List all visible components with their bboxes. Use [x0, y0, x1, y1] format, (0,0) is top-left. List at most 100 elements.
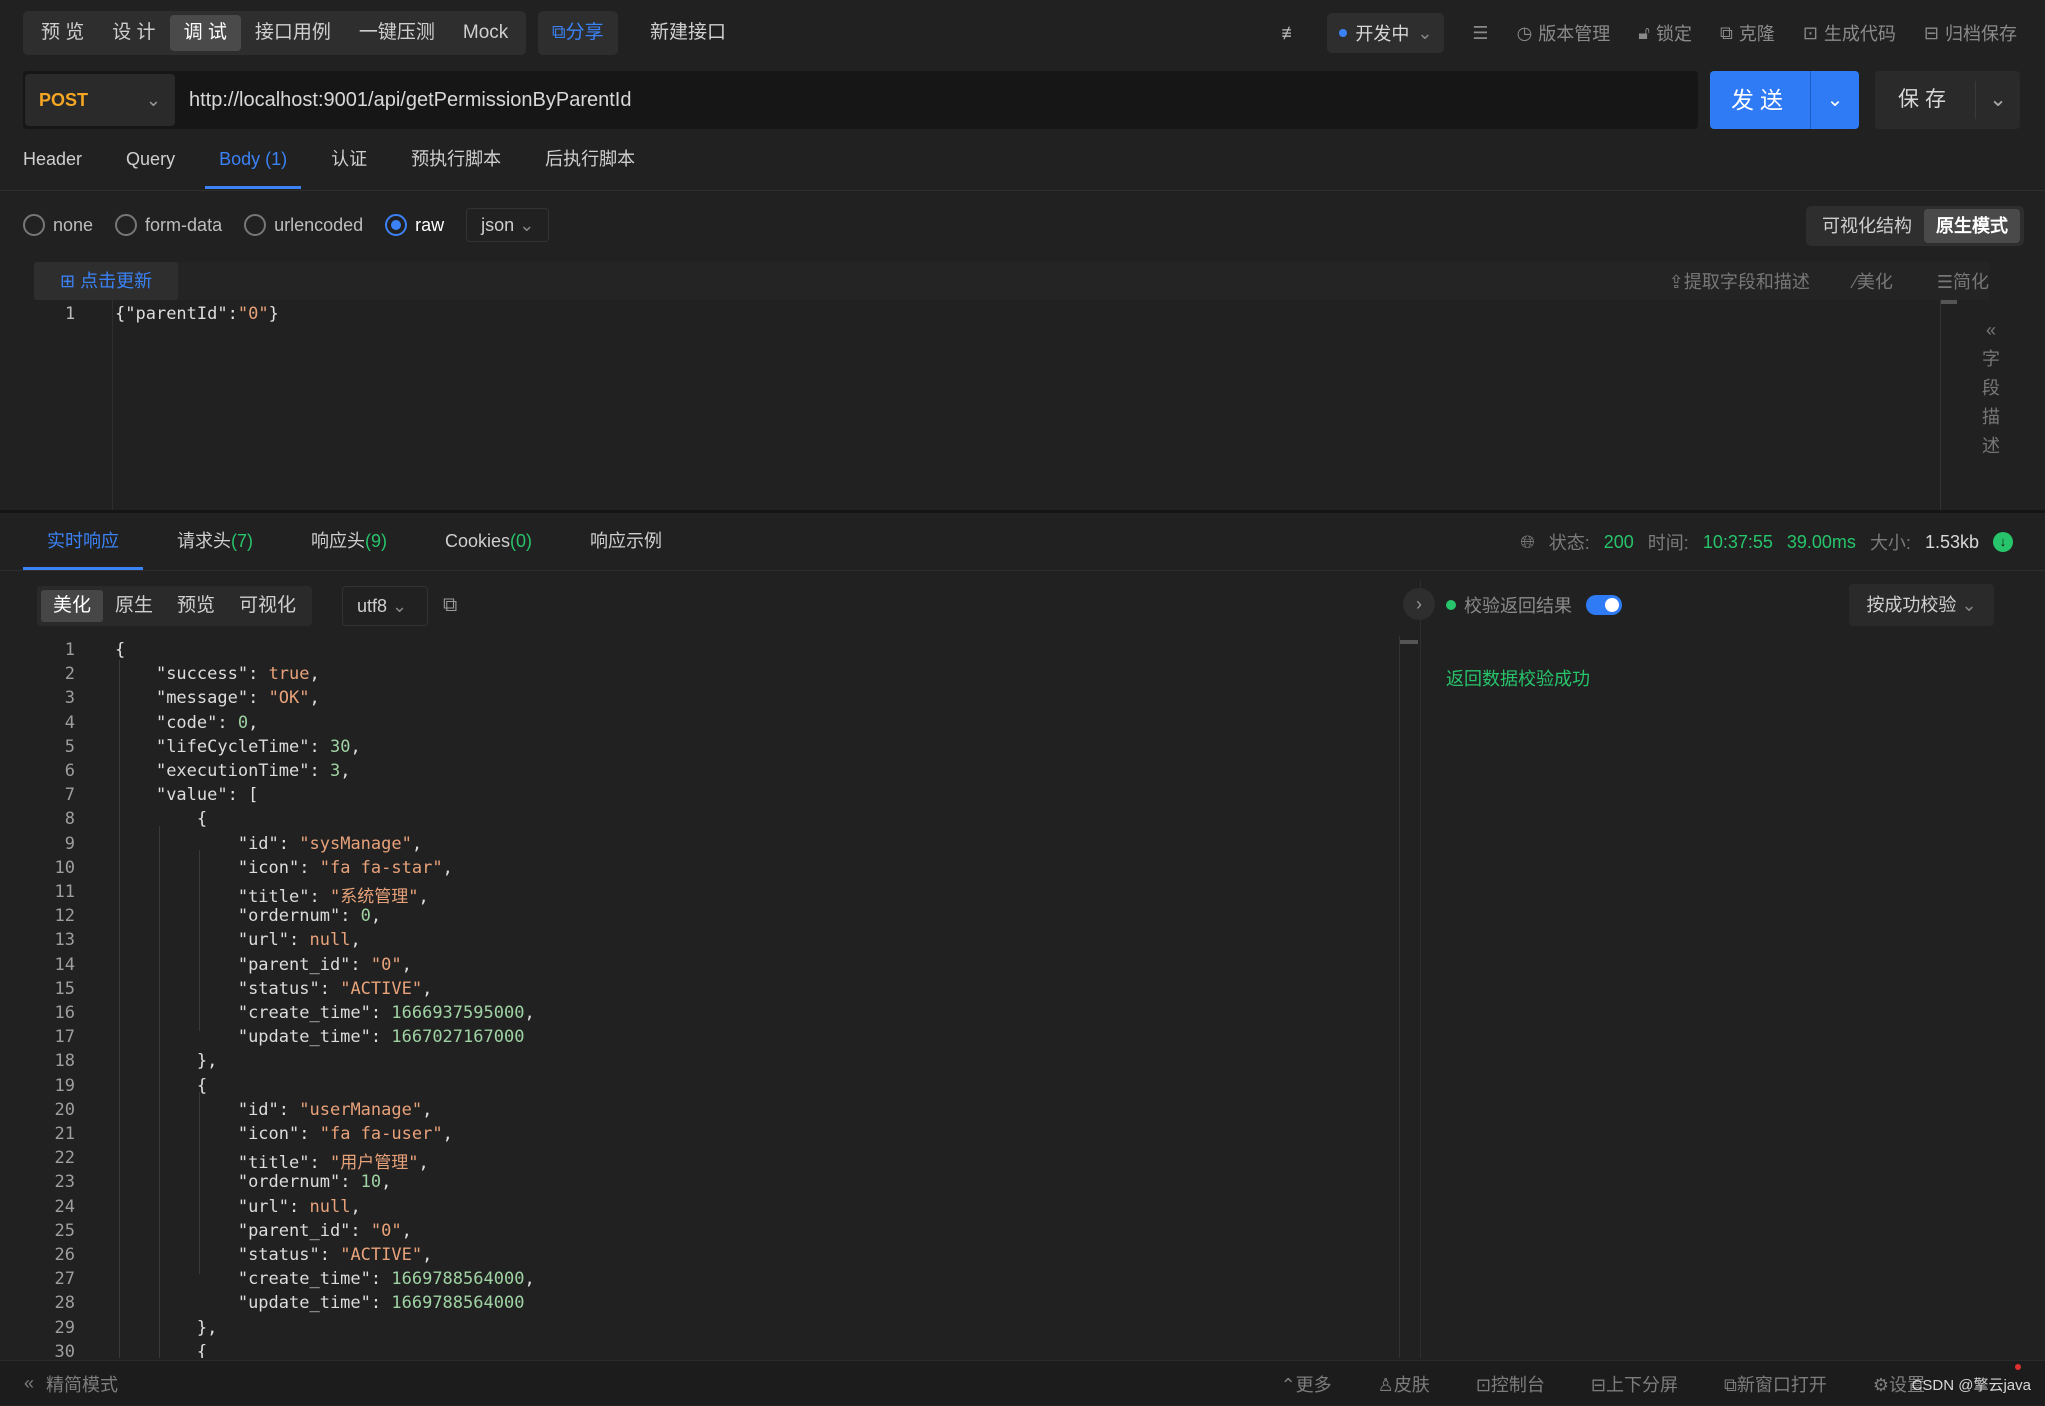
- tab-preview[interactable]: 预 览: [27, 15, 98, 51]
- chevron-down-icon[interactable]: ⌄: [1976, 71, 2020, 129]
- tab-header[interactable]: Header: [23, 140, 82, 190]
- validate-mode-select[interactable]: 按成功校验 ⌄: [1849, 584, 1994, 626]
- radio-form-data[interactable]: form-data: [115, 214, 222, 236]
- line-number: 25: [54, 1220, 75, 1241]
- tab-query[interactable]: Query: [126, 140, 175, 190]
- body-format-select[interactable]: json ⌄: [466, 208, 550, 242]
- success-dot: [1446, 600, 1456, 610]
- code-line: "success": true,: [155, 664, 320, 685]
- raw-mode-button[interactable]: 原生模式: [1924, 209, 2020, 243]
- scrollbar[interactable]: [1940, 300, 1958, 510]
- format-icon[interactable]: ≢: [1281, 23, 1299, 44]
- extract-fields-button[interactable]: ⇪提取字段和描述: [1669, 268, 1810, 294]
- field-description-panel-toggle[interactable]: « 字 段 描 述: [1978, 316, 2004, 461]
- copy-icon[interactable]: ⧉: [443, 594, 457, 617]
- lock-button[interactable]: 🔓︎ 锁定: [1638, 20, 1692, 46]
- tab-pre-script[interactable]: 预执行脚本: [411, 140, 501, 190]
- view-beautify[interactable]: 美化: [41, 590, 104, 622]
- archive-save-button[interactable]: ⊟ 归档保存: [1924, 20, 2017, 46]
- download-icon[interactable]: ↓: [1993, 532, 2013, 552]
- mode-tabs: 预 览 设 计 调 试 接口用例 一键压测 Mock: [23, 11, 527, 55]
- send-button[interactable]: 发送 ⌄: [1710, 71, 1859, 129]
- tab-request-headers[interactable]: 请求头(7): [153, 516, 277, 572]
- split-screen-button[interactable]: ⊟上下分屏: [1591, 1371, 1678, 1397]
- method-select[interactable]: POST ⌄: [25, 74, 175, 126]
- status-code: 200: [1603, 531, 1634, 552]
- tab-post-script[interactable]: 后执行脚本: [545, 140, 635, 190]
- code-line: "icon": "fa fa-star",: [237, 857, 453, 878]
- line-number: 29: [54, 1317, 75, 1338]
- radio-raw[interactable]: raw: [385, 214, 444, 236]
- tab-debug[interactable]: 调 试: [169, 15, 241, 51]
- code-line: "lifeCycleTime": 30,: [155, 736, 361, 757]
- code-line: "parent_id": "0",: [237, 1220, 412, 1241]
- code-line: "create_time": 1669788564000,: [237, 1269, 535, 1290]
- share-button[interactable]: ⧉分享: [538, 11, 618, 55]
- tab-body[interactable]: Body (1): [205, 140, 302, 190]
- code-line: {"parentId":"0"}: [115, 304, 279, 324]
- radio-urlencoded[interactable]: urlencoded: [244, 214, 363, 236]
- validate-toggle[interactable]: [1586, 595, 1622, 615]
- radio-circle: [115, 214, 138, 236]
- line-number: 19: [54, 1075, 75, 1096]
- url-input[interactable]: http://localhost:9001/api/getPermissionB…: [189, 71, 631, 129]
- save-button[interactable]: 保存 ⌄: [1875, 71, 2020, 129]
- split-divider[interactable]: [0, 510, 2045, 513]
- view-raw[interactable]: 原生: [103, 590, 165, 622]
- tab-cookies[interactable]: Cookies(0): [421, 516, 556, 572]
- encoding-select[interactable]: utf8 ⌄: [342, 586, 428, 626]
- code-line: "url": null,: [237, 1196, 361, 1217]
- line-number: 1: [64, 640, 75, 660]
- line-number: 8: [64, 809, 75, 830]
- clone-button[interactable]: ⧉ 克隆: [1720, 20, 1775, 46]
- visual-structure-button[interactable]: 可视化结构: [1810, 209, 1924, 243]
- chevron-down-icon: ⌄: [145, 90, 161, 110]
- new-api-button[interactable]: 新建接口: [650, 11, 726, 55]
- view-visualize[interactable]: 可视化: [227, 590, 308, 622]
- version-manage-button[interactable]: ◷ 版本管理: [1517, 20, 1611, 46]
- top-tools: ≢ 开发中 ⌄ ☰ ◷ 版本管理 🔓︎ 锁定 ⧉ 克隆 ⊡ 生成代码 ⊟ 归档保存: [1281, 11, 2017, 55]
- tab-stress-test[interactable]: 一键压测: [345, 15, 449, 51]
- clock-icon: ◷: [1516, 22, 1533, 43]
- tab-design[interactable]: 设 计: [98, 15, 169, 51]
- new-window-button[interactable]: ⧉新窗口打开: [1724, 1371, 1827, 1397]
- tab-mock[interactable]: Mock: [449, 15, 522, 51]
- panel-divider[interactable]: [1420, 580, 1421, 1358]
- line-number: 22: [54, 1148, 75, 1169]
- console-button[interactable]: ⊡控制台: [1476, 1371, 1545, 1397]
- radio-circle-selected: [385, 214, 408, 236]
- indent-icon[interactable]: ☰: [1472, 23, 1488, 44]
- response-view-tabs: 美化 原生 预览 可视化: [37, 586, 313, 626]
- response-body-viewer[interactable]: 1 2 3 4 5 6 7 8 9 10 11 12 13 14 15 16 17 18 19 20 21 22 23 24 2…: [23, 636, 1408, 1358]
- more-button[interactable]: ⌃更多: [1281, 1371, 1332, 1397]
- tab-auth[interactable]: 认证: [331, 140, 367, 190]
- line-number: 3: [64, 688, 75, 709]
- line-number: 28: [54, 1293, 75, 1314]
- line-number: 15: [54, 978, 75, 999]
- line-number: 10: [54, 857, 75, 878]
- code-line: "title": "用户管理",: [237, 1153, 429, 1174]
- line-number: 2: [64, 664, 75, 685]
- tab-response-examples[interactable]: 响应示例: [566, 516, 686, 572]
- chevron-down-icon[interactable]: ⌄: [1811, 71, 1859, 129]
- chevron-right-icon[interactable]: ›: [1403, 588, 1435, 620]
- view-preview[interactable]: 预览: [165, 590, 227, 622]
- code-line: "code": 0,: [155, 712, 259, 733]
- line-number: 4: [64, 712, 75, 733]
- radio-none[interactable]: none: [23, 214, 93, 236]
- environment-select[interactable]: 开发中 ⌄: [1327, 13, 1445, 53]
- generate-code-button[interactable]: ⊡ 生成代码: [1803, 20, 1896, 46]
- line-number: 17: [54, 1027, 75, 1048]
- request-body-editor[interactable]: 1 {"parentId":"0"}: [23, 300, 1991, 510]
- update-button[interactable]: ⊞ 点击更新: [34, 262, 179, 300]
- code-line: {: [115, 1075, 208, 1096]
- beautify-button[interactable]: ⁄美化: [1854, 268, 1893, 294]
- tab-live-response[interactable]: 实时响应: [23, 516, 143, 572]
- simplify-button[interactable]: ☰简化: [1937, 268, 1989, 294]
- line-number: 21: [54, 1124, 75, 1144]
- tab-test-cases[interactable]: 接口用例: [241, 15, 345, 51]
- skin-button[interactable]: ♙皮肤: [1378, 1371, 1430, 1397]
- scrollbar[interactable]: [1399, 636, 1418, 1358]
- simple-mode-button[interactable]: «精简模式: [24, 1361, 118, 1406]
- tab-response-headers[interactable]: 响应头(9): [287, 516, 411, 572]
